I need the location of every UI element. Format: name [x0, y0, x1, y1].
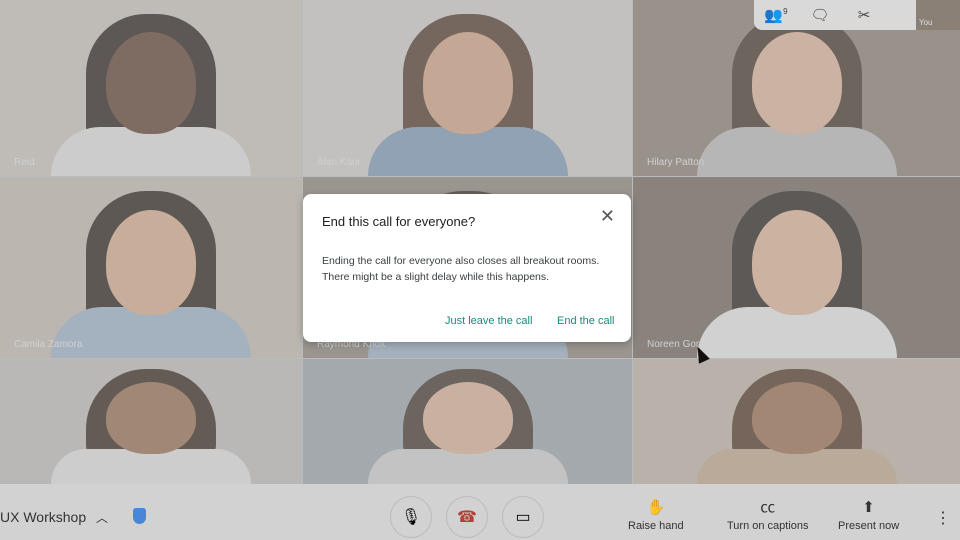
participants-button[interactable]: 👥9: [754, 6, 798, 24]
meeting-name: UX Workshop: [0, 509, 87, 525]
present-icon: ⬆: [862, 499, 875, 516]
chat-icon: 🗨: [810, 7, 830, 24]
present-button[interactable]: ⬆ Present now: [838, 499, 899, 533]
dialog-body: Ending the call for everyone also closes…: [322, 255, 600, 283]
dialog-title: End this call for everyone?: [322, 214, 476, 229]
hang-up-button[interactable]: ☎: [446, 496, 488, 538]
captions-button[interactable]: ㏄ Turn on captions: [727, 499, 809, 533]
captions-label: Turn on captions: [727, 520, 809, 532]
activities-icon: ✂: [857, 7, 871, 24]
more-options-icon[interactable]: ⋮: [935, 508, 951, 528]
end-call-dialog: End this call for everyone? ✕ Ending the…: [303, 194, 631, 342]
hand-icon: ✋: [646, 499, 666, 516]
meeting-details-button[interactable]: UX Workshop ︿: [0, 509, 108, 526]
phone-hangup-icon: ☎: [457, 509, 477, 526]
captions-icon: ㏄: [760, 499, 776, 516]
top-toolbar: 👥9 🗨 ✂ You: [754, 0, 960, 30]
microphone-button[interactable]: 🎙: [390, 496, 432, 538]
self-view[interactable]: You: [916, 0, 960, 30]
close-icon[interactable]: ✕: [600, 206, 615, 227]
participant-count: 9: [783, 7, 788, 16]
microphone-icon: 🎙: [400, 509, 422, 526]
camera-icon: ▭: [515, 509, 531, 526]
present-label: Present now: [838, 520, 900, 532]
just-leave-button[interactable]: Just leave the call: [445, 315, 532, 327]
chevron-up-icon: ︿: [96, 511, 109, 525]
end-call-button[interactable]: End the call: [557, 315, 614, 327]
raise-hand-button[interactable]: ✋ Raise hand: [628, 499, 684, 533]
raise-hand-label: Raise hand: [628, 520, 684, 532]
shield-icon[interactable]: [133, 508, 146, 524]
self-label: You: [919, 18, 933, 27]
camera-button[interactable]: ▭: [502, 496, 544, 538]
chat-button[interactable]: 🗨: [798, 6, 842, 24]
people-icon: 👥: [764, 7, 784, 24]
activities-button[interactable]: ✂: [842, 6, 886, 24]
